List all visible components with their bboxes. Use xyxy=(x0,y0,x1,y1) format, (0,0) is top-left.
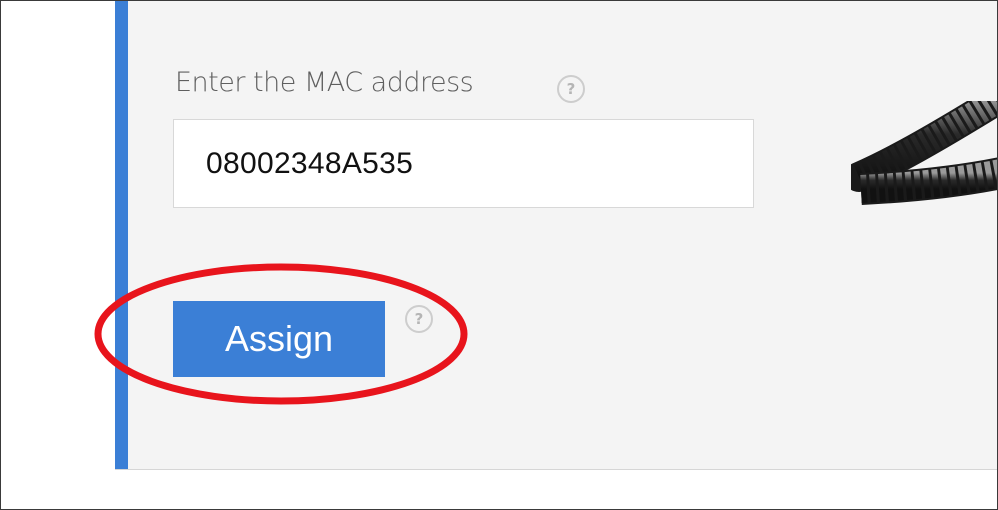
mac-address-input[interactable] xyxy=(173,119,754,208)
help-icon[interactable]: ? xyxy=(557,75,585,103)
mac-address-label: Enter the MAC address xyxy=(175,67,474,98)
panel-accent-bar xyxy=(115,1,128,469)
screenshot-frame: Enter the MAC address ? Assign ? xyxy=(0,0,998,510)
assign-button[interactable]: Assign xyxy=(173,301,385,377)
help-icon[interactable]: ? xyxy=(405,305,433,333)
